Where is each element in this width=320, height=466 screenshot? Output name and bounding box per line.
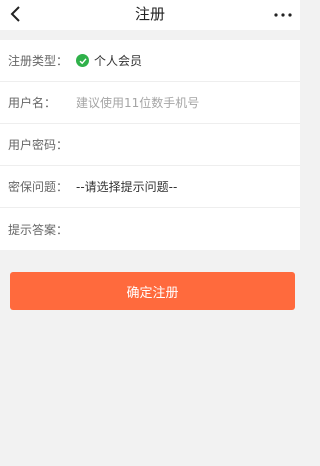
username-row: 用户名： <box>0 82 300 124</box>
page-title: 注册 <box>134 5 165 23</box>
security-question-value: --请选择提示问题-- <box>76 180 178 194</box>
register-form: 注册类型： 个人会员 用户名： 用户密码： 密保问题： <box>0 40 300 250</box>
username-field-wrap <box>76 95 292 110</box>
password-row: 用户密码： <box>0 124 300 166</box>
register-type-row[interactable]: 注册类型： 个人会员 <box>0 40 300 82</box>
answer-label: 提示答案： <box>8 222 69 237</box>
security-question-select[interactable]: --请选择提示问题-- <box>76 178 292 195</box>
username-input[interactable] <box>76 95 292 110</box>
check-circle-icon <box>76 54 89 67</box>
password-label: 用户密码： <box>8 138 69 152</box>
ellipsis-icon <box>274 13 292 17</box>
register-page: 注册 注册类型： 个人会员 用户名： 建议使用11位数手机号 用户密码： 密保问… <box>0 0 300 466</box>
register-type-value: 个人会员 <box>94 54 143 68</box>
password-field-wrap <box>76 137 292 152</box>
register-type-label: 注册类型： <box>8 54 69 68</box>
password-input[interactable] <box>76 137 292 152</box>
submit-register-button[interactable]: 确定注册 <box>10 272 295 310</box>
top-bar: 注册 <box>0 0 300 30</box>
register-type-option[interactable]: 个人会员 <box>76 52 292 69</box>
username-label: 用户名： <box>8 96 57 110</box>
security-question-label: 密保问题： <box>8 180 69 194</box>
more-button[interactable] <box>272 7 294 23</box>
answer-field-wrap <box>76 222 292 236</box>
answer-input[interactable] <box>76 222 292 236</box>
answer-row: 提示答案： <box>0 208 300 250</box>
security-question-row[interactable]: 密保问题： --请选择提示问题-- <box>0 166 300 208</box>
